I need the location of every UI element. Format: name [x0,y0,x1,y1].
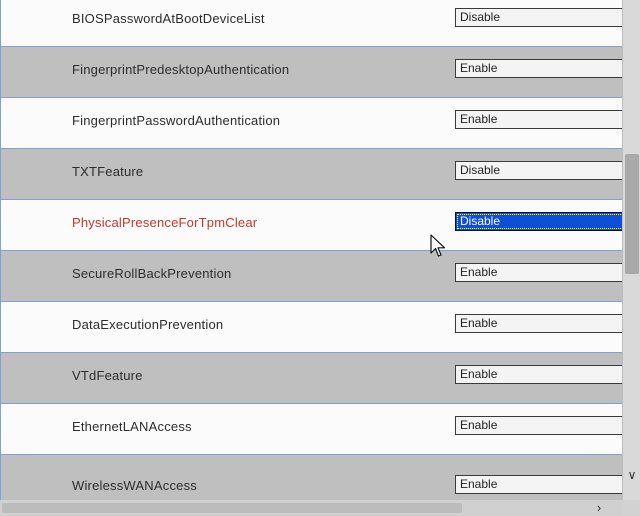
settings-row[interactable]: FingerprintPredesktopAuthentication Enab… [1,47,625,98]
setting-value-field[interactable]: Enable [455,416,625,435]
bios-settings-screen: BIOSPasswordAtBootDeviceList Disable Fin… [0,0,640,516]
vertical-scrollbar[interactable]: ∨ [622,0,640,500]
settings-row[interactable]: WirelessWANAccess Enable [1,455,625,500]
chevron-down-icon[interactable]: ∨ [625,468,639,482]
setting-label: DataExecutionPrevention [72,317,224,332]
setting-label: FingerprintPasswordAuthentication [72,113,281,128]
setting-label: WirelessWANAccess [72,478,197,493]
setting-label-active: PhysicalPresenceForTpmClear [72,215,258,230]
horizontal-scrollbar[interactable]: › [0,500,622,516]
settings-row[interactable]: VTdFeature Enable [1,353,625,404]
chevron-right-icon[interactable]: › [592,501,606,515]
settings-row[interactable]: BIOSPasswordAtBootDeviceList Disable [1,0,625,47]
setting-label: BIOSPasswordAtBootDeviceList [72,11,265,26]
mouse-pointer-icon [430,234,446,257]
setting-value-field[interactable]: Disable [455,8,625,27]
setting-value-field[interactable]: Enable [455,314,625,333]
setting-value-field-selected[interactable]: Disable [455,212,625,231]
setting-value-field[interactable]: Enable [455,365,625,384]
horizontal-scroll-thumb[interactable] [2,503,462,513]
setting-label: SecureRollBackPrevention [72,266,232,281]
settings-row[interactable]: DataExecutionPrevention Enable [1,302,625,353]
setting-value-field[interactable]: Enable [455,110,625,129]
setting-value-field[interactable]: Enable [455,59,625,78]
setting-label: VTdFeature [72,368,143,383]
setting-value-field[interactable]: Disable [455,161,625,180]
settings-row[interactable]: EthernetLANAccess Enable [1,404,625,455]
setting-label: TXTFeature [72,164,144,179]
setting-label: EthernetLANAccess [72,419,192,434]
setting-label: FingerprintPredesktopAuthentication [72,62,290,77]
settings-grid: BIOSPasswordAtBootDeviceList Disable Fin… [0,0,625,500]
vertical-scroll-thumb[interactable] [625,154,639,274]
setting-value-field[interactable]: Enable [455,475,625,494]
settings-row-selected[interactable]: PhysicalPresenceForTpmClear Disable [1,200,625,251]
setting-value-field[interactable]: Enable [455,263,625,282]
settings-row[interactable]: FingerprintPasswordAuthentication Enable [1,98,625,149]
settings-row[interactable]: TXTFeature Disable [1,149,625,200]
settings-row[interactable]: SecureRollBackPrevention Enable [1,251,625,302]
